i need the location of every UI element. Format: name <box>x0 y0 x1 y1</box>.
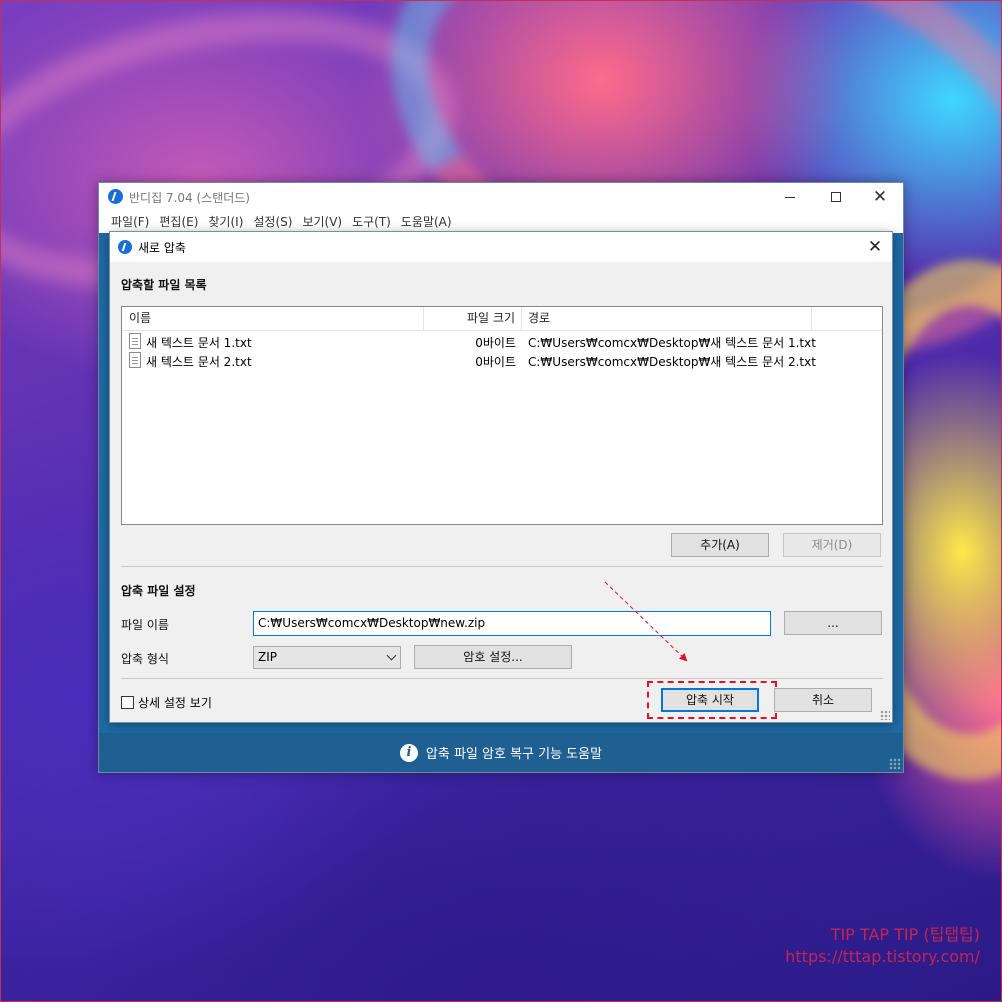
dialog-close-button[interactable]: ✕ <box>862 236 888 258</box>
start-compress-button[interactable]: 압축 시작 <box>661 688 759 712</box>
column-header-name[interactable]: 이름 <box>122 307 424 330</box>
file-name: 새 텍스트 문서 2.txt <box>146 355 252 369</box>
menu-edit[interactable]: 편집(E) <box>154 211 203 233</box>
menu-view[interactable]: 보기(V) <box>297 211 347 233</box>
help-bar-link[interactable]: 압축 파일 암호 복구 기능 도움말 <box>426 743 602 762</box>
new-archive-dialog: 새로 압축 ✕ 압축할 파일 목록 이름 파일 크기 경로 새 텍스트 문서 1… <box>109 231 893 723</box>
archive-filename-input[interactable]: C:₩Users₩comcx₩Desktop₩new.zip <box>253 611 771 636</box>
watermark-line-1: TIP TAP TIP (팁탭팁) <box>830 925 980 944</box>
format-label: 압축 형식 <box>121 652 169 666</box>
filename-label: 파일 이름 <box>121 618 169 632</box>
browse-button[interactable]: ... <box>784 611 882 635</box>
close-window-button[interactable]: ✕ <box>857 183 903 211</box>
set-password-button[interactable]: 암호 설정... <box>414 645 572 669</box>
file-row[interactable]: 새 텍스트 문서 1.txt 0바이트 C:₩Users₩comcx₩Deskt… <box>122 332 882 351</box>
column-header-size[interactable]: 파일 크기 <box>424 307 522 330</box>
remove-button[interactable]: 제거(D) <box>783 533 881 557</box>
close-icon: ✕ <box>867 237 883 257</box>
info-icon: i <box>399 743 418 762</box>
menu-settings[interactable]: 설정(S) <box>248 211 297 233</box>
advanced-settings-label: 상세 설정 보기 <box>138 696 212 710</box>
dialog-resize-grip[interactable] <box>880 710 890 720</box>
bandizip-logo-icon <box>108 189 123 204</box>
advanced-settings-checkbox[interactable]: 상세 설정 보기 <box>121 694 212 711</box>
bandizip-logo-icon <box>118 240 132 254</box>
maximize-icon <box>831 192 841 202</box>
dialog-titlebar[interactable]: 새로 압축 ✕ <box>110 232 892 262</box>
text-file-icon <box>129 352 141 368</box>
file-list-header: 이름 파일 크기 경로 <box>122 307 882 331</box>
file-size: 0바이트 <box>475 336 516 350</box>
menu-find[interactable]: 찾기(I) <box>203 211 248 233</box>
file-list-section-title: 압축할 파일 목록 <box>121 278 207 292</box>
minimize-icon <box>785 196 795 198</box>
section-divider <box>121 678 883 679</box>
archive-format-value: ZIP <box>258 650 277 664</box>
window-titlebar[interactable]: 반디집 7.04 (스탠더드) ✕ <box>99 183 903 211</box>
file-name: 새 텍스트 문서 1.txt <box>146 336 252 350</box>
menu-file[interactable]: 파일(F) <box>106 211 154 233</box>
window-resize-grip[interactable] <box>889 758 901 770</box>
checkbox-box[interactable] <box>121 696 134 709</box>
file-path: C:₩Users₩comcx₩Desktop₩새 텍스트 문서 2.txt <box>528 355 816 369</box>
archive-settings-section-title: 압축 파일 설정 <box>121 584 196 598</box>
help-bar[interactable]: i 압축 파일 암호 복구 기능 도움말 <box>99 733 903 772</box>
watermark: TIP TAP TIP (팁탭팁) https://tttap.tistory.… <box>785 924 980 968</box>
maximize-button[interactable] <box>813 183 859 211</box>
cancel-button[interactable]: 취소 <box>774 688 872 712</box>
file-size: 0바이트 <box>475 355 516 369</box>
file-path: C:₩Users₩comcx₩Desktop₩새 텍스트 문서 1.txt <box>528 336 816 350</box>
file-list[interactable]: 이름 파일 크기 경로 새 텍스트 문서 1.txt 0바이트 C:₩Users… <box>121 306 883 525</box>
chevron-down-icon <box>386 650 397 661</box>
dialog-title: 새로 압축 <box>138 241 186 255</box>
watermark-line-2: https://tttap.tistory.com/ <box>785 947 980 966</box>
menu-tools[interactable]: 도구(T) <box>347 211 396 233</box>
file-row[interactable]: 새 텍스트 문서 2.txt 0바이트 C:₩Users₩comcx₩Deskt… <box>122 351 882 370</box>
add-button[interactable]: 추가(A) <box>671 533 769 557</box>
column-header-path[interactable]: 경로 <box>522 307 812 330</box>
window-title: 반디집 7.04 (스탠더드) <box>129 191 250 205</box>
text-file-icon <box>129 333 141 349</box>
menu-help[interactable]: 도움말(A) <box>396 211 457 233</box>
close-icon: ✕ <box>872 186 888 207</box>
minimize-button[interactable] <box>767 183 813 211</box>
menu-bar: 파일(F) 편집(E) 찾기(I) 설정(S) 보기(V) 도구(T) 도움말(… <box>99 211 903 233</box>
archive-format-select[interactable]: ZIP <box>253 646 401 669</box>
section-divider <box>121 566 883 567</box>
